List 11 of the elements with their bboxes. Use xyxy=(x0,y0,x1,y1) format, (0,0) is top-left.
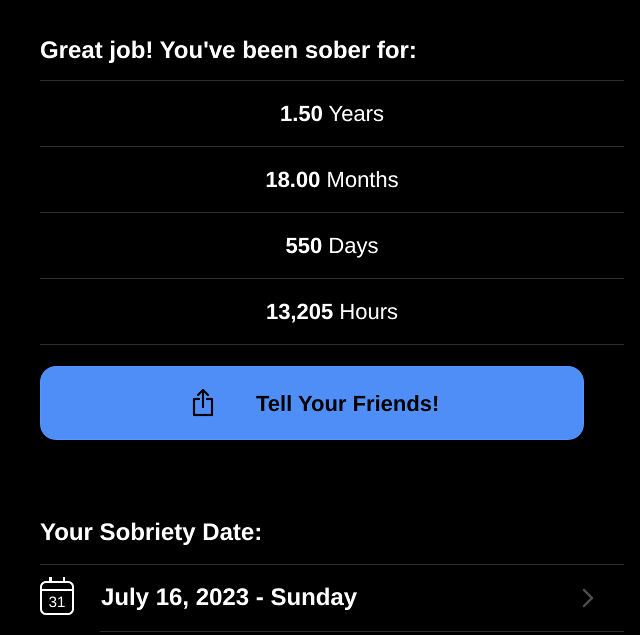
sobriety-date: July 16, 2023 - Sunday xyxy=(101,583,358,613)
duration-stat: 18.00 Months xyxy=(265,166,399,194)
share-button[interactable]: Tell Your Friends! xyxy=(40,366,584,440)
duration-stat: 1.50 Years xyxy=(280,100,384,128)
duration-stat: 13,205 Hours xyxy=(266,298,398,326)
share-icon xyxy=(190,388,216,418)
date-row[interactable]: 31 July 16, 2023 - Sunday xyxy=(40,565,624,631)
duration-stat: 550 Days xyxy=(286,232,378,260)
section-heading: Your Sobriety Date: xyxy=(40,518,262,548)
section-heading: Great job! You've been sober for: xyxy=(40,36,417,66)
chevron-right-icon xyxy=(582,588,594,608)
